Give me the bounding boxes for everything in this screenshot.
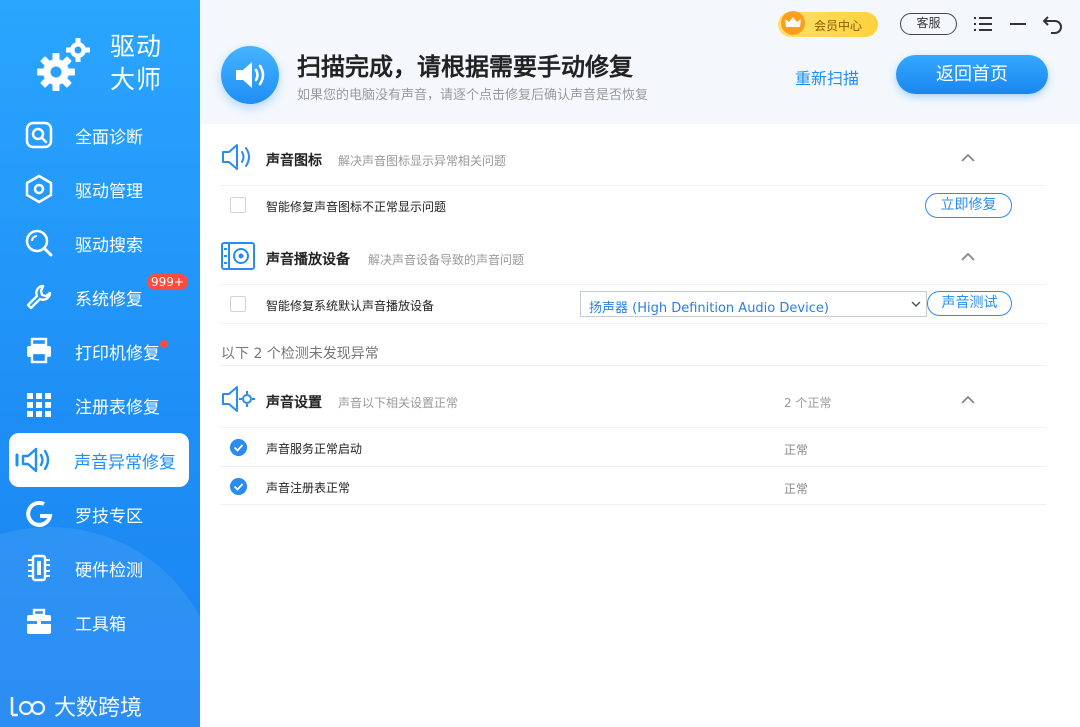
sidebar-item-sound-repair[interactable]: 声音异常修复 xyxy=(9,433,189,487)
wrench-icon xyxy=(26,284,52,310)
sound-test-button[interactable]: 声音测试 xyxy=(927,291,1012,316)
sidebar-item-label: 驱动搜索 xyxy=(75,236,143,256)
normal-count: 2 个正常 xyxy=(784,396,832,410)
hexagon-icon xyxy=(25,174,53,204)
section-title: 声音播放设备 xyxy=(266,252,350,268)
divider xyxy=(220,504,1046,505)
count-badge: 999+ xyxy=(147,274,188,290)
sidebar-item-printer-repair[interactable]: 打印机修复 xyxy=(0,324,200,378)
repair-checkbox[interactable] xyxy=(230,197,246,213)
main-content: 声音图标 解决声音图标显示异常相关问题 智能修复声音图标不正常显示问题 立即修复… xyxy=(200,124,1080,727)
speaker-outline-icon xyxy=(222,144,250,170)
sidebar-item-label: 全面诊断 xyxy=(75,128,143,148)
minimize-icon[interactable] xyxy=(1007,13,1029,35)
sidebar-item-driver-search[interactable]: 驱动搜索 xyxy=(0,216,200,270)
sidebar-item-logitech[interactable]: 罗技专区 xyxy=(0,487,200,541)
section-description: 解决声音图标显示异常相关问题 xyxy=(338,154,507,168)
vip-label: 会员中心 xyxy=(814,19,863,33)
gear-logo-icon xyxy=(37,38,90,91)
speaker-icon xyxy=(15,447,50,473)
row-status: 正常 xyxy=(784,482,809,496)
crown-icon xyxy=(781,11,805,35)
chevron-up-icon[interactable] xyxy=(960,152,976,164)
repair-checkbox[interactable] xyxy=(230,296,246,312)
repair-row-playback-device: 智能修复系统默认声音播放设备 扬声器 (High Definition Audi… xyxy=(220,284,1046,323)
chevron-up-icon[interactable] xyxy=(960,394,976,406)
printer-icon xyxy=(27,337,51,364)
chevron-down-icon xyxy=(911,301,921,308)
section-description: 解决声音设备导致的声音问题 xyxy=(368,253,525,267)
watermark: 大数跨境 xyxy=(8,690,142,722)
brand-name: 驱动 大师 xyxy=(110,30,162,96)
playback-device-select[interactable]: 扬声器 (High Definition Audio Device) xyxy=(580,291,927,317)
sidebar-item-label: 硬件检测 xyxy=(75,561,143,581)
row-label: 智能修复系统默认声音播放设备 xyxy=(266,299,435,313)
back-icon[interactable] xyxy=(1042,13,1064,35)
check-circle-icon xyxy=(230,439,247,456)
sidebar-item-label: 驱动管理 xyxy=(75,182,143,202)
section-description: 声音以下相关设置正常 xyxy=(338,396,459,410)
notification-dot xyxy=(160,340,168,348)
speaker-icon xyxy=(236,62,265,88)
chip-icon xyxy=(28,554,50,582)
row-status: 正常 xyxy=(784,443,809,457)
check-row-sound-service: 声音服务正常启动 正常 xyxy=(220,427,1046,466)
watermark-logo-icon xyxy=(10,697,46,717)
vip-center-button[interactable]: 会员中心 xyxy=(778,11,878,37)
sound-status-icon xyxy=(221,46,279,104)
speaker-device-icon xyxy=(221,242,255,270)
repair-row-sound-icon: 智能修复声音图标不正常显示问题 立即修复 xyxy=(220,185,1046,224)
row-label: 声音注册表正常 xyxy=(266,481,351,495)
section-sound-settings: 声音设置 声音以下相关设置正常 2 个正常 xyxy=(220,372,1046,422)
row-label: 智能修复声音图标不正常显示问题 xyxy=(266,200,447,214)
toolbox-icon xyxy=(27,608,51,634)
section-playback-device: 声音播放设备 解决声音设备导致的声音问题 xyxy=(220,229,1046,279)
sidebar-item-label: 工具箱 xyxy=(75,615,126,635)
check-row-sound-registry: 声音注册表正常 正常 xyxy=(220,466,1046,505)
section-title: 声音图标 xyxy=(266,153,322,169)
sidebar-item-system-repair[interactable]: 系统修复 999+ xyxy=(0,270,200,324)
search-icon xyxy=(25,121,53,149)
section-sound-icon: 声音图标 解决声音图标显示异常相关问题 xyxy=(220,130,1046,180)
brand-logo: 驱动 大师 xyxy=(30,30,200,100)
back-to-home-button[interactable]: 返回首页 xyxy=(896,55,1048,94)
logitech-icon xyxy=(26,500,53,527)
row-label: 声音服务正常启动 xyxy=(266,442,363,456)
sidebar-item-hardware-check[interactable]: 硬件检测 xyxy=(0,541,200,595)
sidebar-item-full-diagnosis[interactable]: 全面诊断 xyxy=(0,108,200,162)
divider xyxy=(220,365,1046,366)
magnifier-icon xyxy=(25,229,53,257)
check-circle-icon xyxy=(230,478,247,495)
grid-icon xyxy=(27,393,51,417)
menu-icon[interactable] xyxy=(972,13,994,35)
divider xyxy=(220,323,1046,324)
sidebar-item-toolbox[interactable]: 工具箱 xyxy=(0,595,200,649)
sidebar-item-label: 罗技专区 xyxy=(75,507,143,527)
repair-now-button[interactable]: 立即修复 xyxy=(925,193,1012,218)
sidebar-item-label: 打印机修复 xyxy=(75,344,160,364)
rescan-link[interactable]: 重新扫描 xyxy=(795,65,859,89)
sidebar-item-registry-repair[interactable]: 注册表修复 xyxy=(0,378,200,432)
speaker-gear-icon xyxy=(222,386,255,412)
header: 会员中心 客服 扫描完成，请根据需要手动修复 如果您的电脑没有声音，请逐个点击修… xyxy=(200,0,1080,124)
sidebar-item-label: 声音异常修复 xyxy=(74,453,176,473)
chevron-up-icon[interactable] xyxy=(960,251,976,263)
watermark-text: 大数跨境 xyxy=(54,696,143,721)
page-title: 扫描完成，请根据需要手动修复 xyxy=(297,53,633,81)
brand-line-1: 驱动 xyxy=(110,32,163,61)
brand-line-2: 大师 xyxy=(110,65,163,94)
sidebar-item-label: 注册表修复 xyxy=(75,398,160,418)
sidebar-item-label: 系统修复 xyxy=(75,290,143,310)
sidebar-item-driver-management[interactable]: 驱动管理 xyxy=(0,162,200,216)
page-subtitle: 如果您的电脑没有声音，请逐个点击修复后确认声音是否恢复 xyxy=(297,88,649,103)
customer-service-button[interactable]: 客服 xyxy=(900,13,957,35)
sidebar: 驱动 大师 全面诊断 驱动管理 驱动搜索 系统修复 999+ 打印机修复 注册表… xyxy=(0,0,200,727)
select-value: 扬声器 (High Definition Audio Device) xyxy=(589,301,829,316)
no-issue-hint: 以下 2 个检测未发现异常 xyxy=(221,346,379,362)
section-title: 声音设置 xyxy=(266,395,322,411)
